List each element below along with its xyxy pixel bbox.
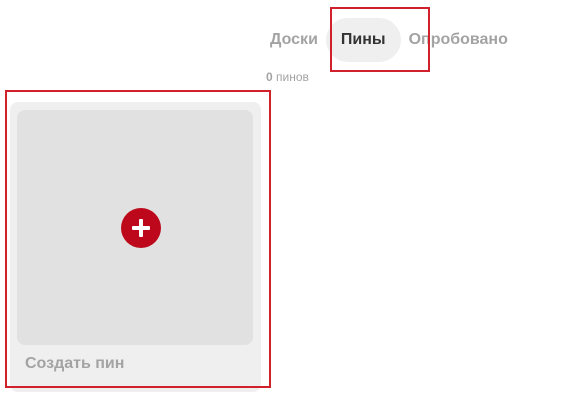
create-pin-label: Создать пин xyxy=(25,355,125,372)
create-pin-placeholder xyxy=(17,110,253,345)
tab-pins[interactable]: Пины xyxy=(325,18,401,62)
tab-boards[interactable]: Доски xyxy=(262,18,326,62)
pin-count-number: 0 xyxy=(266,70,273,84)
tab-tried[interactable]: Опробовано xyxy=(401,18,516,62)
plus-circle-icon[interactable] xyxy=(121,208,161,248)
pin-count-label: пинов xyxy=(276,70,309,84)
profile-tabs: Доски Пины Опробовано xyxy=(262,15,516,65)
profile-pins-page: Доски Пины Опробовано 0 пинов Создать пи… xyxy=(0,0,566,398)
plus-icon xyxy=(132,219,150,237)
create-pin-card[interactable]: Создать пин xyxy=(10,102,261,392)
pin-count: 0 пинов xyxy=(266,70,309,84)
